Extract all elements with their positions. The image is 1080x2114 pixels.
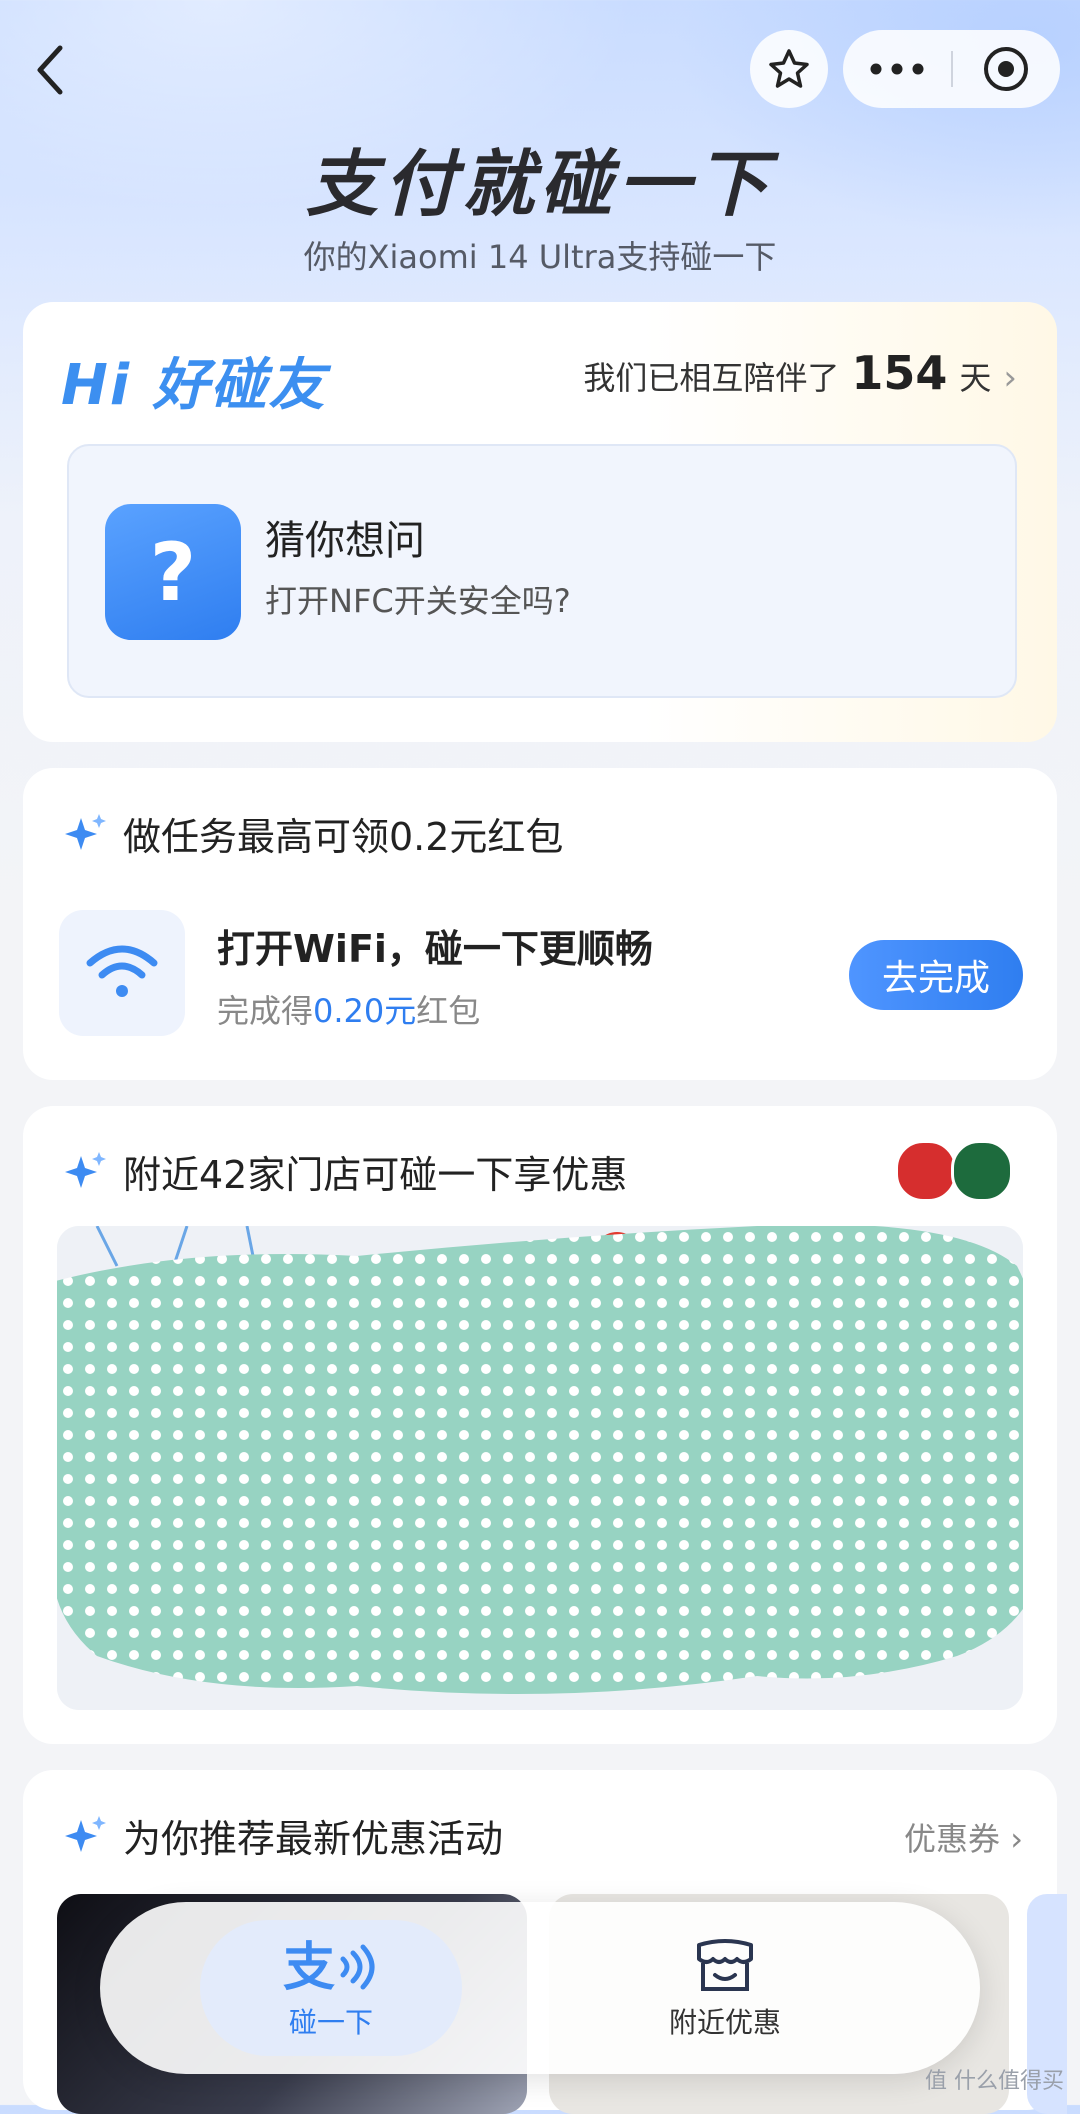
coupons-link-label: 优惠券 bbox=[904, 1820, 1001, 1858]
task-heading-text: 做任务最高可领0.2元红包 bbox=[123, 815, 564, 859]
faq-box[interactable]: ? 猜你想问 打开NFC开关安全吗? bbox=[67, 444, 1017, 698]
nearby-heading: 附近42家门店可碰一下享优惠 bbox=[61, 1144, 627, 1199]
coupons-link[interactable]: 优惠券 › bbox=[904, 1814, 1023, 1860]
question-icon: ? bbox=[105, 504, 241, 640]
watermark: 值 什么值得买 bbox=[925, 2069, 1064, 2094]
wifi-icon bbox=[86, 945, 158, 997]
favorite-button[interactable] bbox=[750, 30, 828, 108]
promo-heading: 为你推荐最新优惠活动 bbox=[61, 1808, 503, 1863]
wifi-tile bbox=[59, 910, 185, 1036]
hi-friend-logo: Hi 好碰友 bbox=[61, 353, 327, 418]
chevron-right-icon: › bbox=[1003, 358, 1017, 398]
bottom-tabbar: 支 碰一下 附近优惠 bbox=[100, 1902, 980, 2074]
days-prefix: 我们已相互陪伴了 bbox=[583, 359, 840, 397]
task-card: 做任务最高可领0.2元红包 打开WiFi，碰一下更顺畅 完成得0.20元红包 去… bbox=[23, 768, 1057, 1080]
alipay-tap-icon: 支 bbox=[283, 1938, 375, 1995]
reward-suffix: 红包 bbox=[416, 992, 481, 1030]
target-icon bbox=[984, 47, 1028, 91]
store-logo-haoxianglai bbox=[895, 1140, 957, 1202]
store-logos bbox=[895, 1140, 1013, 1202]
task-title: 打开WiFi，碰一下更顺畅 bbox=[217, 927, 653, 971]
more-dots-icon bbox=[870, 63, 924, 75]
faq-title: 猜你想问 bbox=[265, 518, 425, 564]
sparkle-icon bbox=[65, 1815, 106, 1852]
complete-task-button[interactable]: 去完成 bbox=[849, 940, 1023, 1010]
reward-amount: 0.20元 bbox=[313, 992, 417, 1030]
store-map[interactable] bbox=[57, 1226, 1023, 1710]
sparkle-icon bbox=[65, 813, 106, 850]
star-icon bbox=[769, 49, 809, 88]
task-reward: 完成得0.20元红包 bbox=[217, 986, 480, 1032]
chevron-right-icon: › bbox=[1010, 1820, 1023, 1858]
faq-question[interactable]: 打开NFC开关安全吗? bbox=[265, 576, 571, 622]
tab-tap-pay[interactable]: 支 碰一下 bbox=[200, 1902, 462, 2074]
more-button[interactable] bbox=[843, 30, 951, 108]
task-heading: 做任务最高可领0.2元红包 bbox=[61, 806, 563, 861]
sparkle-icon bbox=[65, 1151, 106, 1188]
map-canvas bbox=[57, 1226, 1023, 1710]
tab-nearby-deals[interactable]: 附近优惠 bbox=[600, 1902, 850, 2074]
days-count: 154 bbox=[851, 346, 948, 400]
tab-nearby-deals-label: 附近优惠 bbox=[668, 2006, 781, 2039]
days-suffix: 天 bbox=[959, 359, 992, 397]
back-button[interactable] bbox=[30, 40, 80, 100]
nearby-stores-card: 附近42家门店可碰一下享优惠 bbox=[23, 1106, 1057, 1744]
companion-days[interactable]: 我们已相互陪伴了 154 天 › bbox=[583, 346, 1017, 400]
mini-program-capsule bbox=[843, 30, 1060, 108]
reward-prefix: 完成得 bbox=[217, 992, 314, 1030]
chevron-left-icon bbox=[37, 45, 63, 95]
close-mini-program-button[interactable] bbox=[953, 30, 1059, 108]
page-title: 支付就碰一下 bbox=[305, 142, 774, 226]
page-subtitle: 你的Xiaomi 14 Ultra支持碰一下 bbox=[303, 238, 777, 276]
svg-text:支: 支 bbox=[283, 1938, 335, 1995]
store-icon bbox=[697, 1939, 753, 1991]
store-logo-yidiandian bbox=[951, 1140, 1013, 1202]
nearby-heading-text: 附近42家门店可碰一下享优惠 bbox=[123, 1153, 628, 1197]
friend-card: Hi 好碰友 我们已相互陪伴了 154 天 › ? 猜你想问 打开NFC开关安全… bbox=[23, 302, 1057, 742]
promo-heading-text: 为你推荐最新优惠活动 bbox=[123, 1817, 504, 1861]
tab-tap-pay-label: 碰一下 bbox=[288, 2006, 373, 2039]
